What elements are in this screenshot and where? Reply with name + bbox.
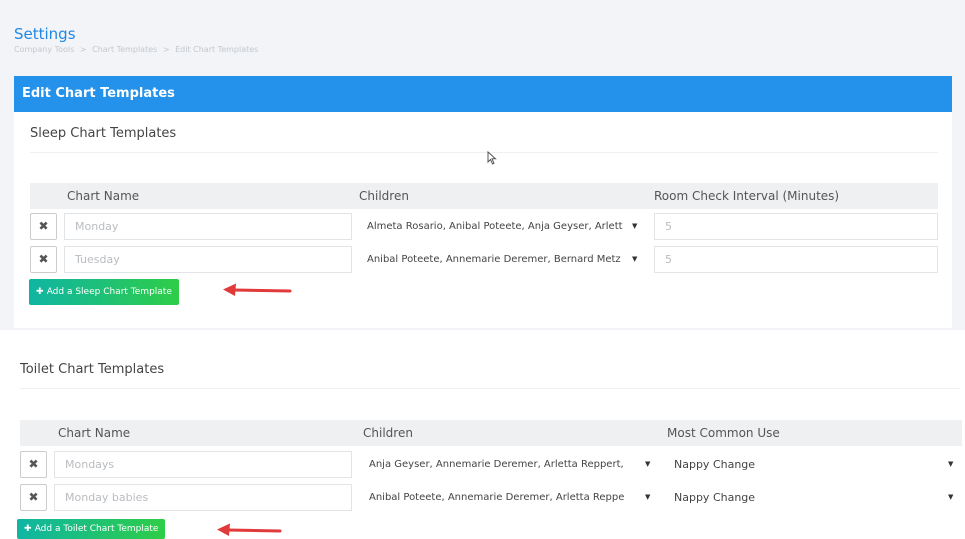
breadcrumb: Company Tools > Chart Templates > Edit C… [14, 45, 261, 54]
children-select[interactable]: Anibal Poteete, Annemarie Deremer, Berna… [361, 246, 629, 273]
column-header-children: Children [363, 426, 413, 440]
toilet-table-header: Chart Name Children Most Common Use [20, 420, 962, 446]
mouse-cursor-icon [487, 151, 497, 165]
column-header-room-check-interval: Room Check Interval (Minutes) [654, 189, 840, 203]
sleep-table-header: Chart Name Children Room Check Interval … [30, 183, 938, 209]
chart-name-input[interactable]: Tuesday [64, 246, 352, 273]
toilet-template-row: ✖ Mondays Anja Geyser, Annemarie Deremer… [20, 451, 962, 479]
breadcrumb-item-company-tools[interactable]: Company Tools [14, 45, 74, 54]
divider [20, 388, 960, 389]
sleep-template-row: ✖ Monday Almeta Rosario, Anibal Poteete,… [30, 213, 938, 241]
sleep-section-title: Sleep Chart Templates [30, 126, 177, 141]
caret-down-icon: ▼ [645, 460, 651, 468]
breadcrumb-separator: > [162, 45, 170, 54]
delete-row-button[interactable]: ✖ [30, 246, 57, 273]
add-toilet-chart-template-button[interactable]: ✚ Add a Toilet Chart Template [17, 519, 166, 539]
breadcrumb-item-edit-chart-templates: Edit Chart Templates [175, 45, 259, 54]
delete-row-button[interactable]: ✖ [20, 484, 47, 511]
toilet-template-row: ✖ Monday babies Anibal Poteete, Annemari… [20, 484, 962, 512]
caret-down-icon: ▼ [948, 493, 954, 501]
column-header-chart-name: Chart Name [58, 426, 131, 440]
column-header-most-common-use: Most Common Use [667, 426, 780, 440]
red-arrow-icon [223, 283, 292, 296]
add-sleep-chart-template-button[interactable]: ✚ Add a Sleep Chart Template [29, 279, 179, 305]
add-sleep-chart-template-label: Add a Sleep Chart Template [46, 287, 172, 297]
close-icon: ✖ [28, 490, 39, 504]
room-check-interval-input[interactable]: 5 [654, 213, 938, 240]
sleep-template-row: ✖ Tuesday Anibal Poteete, Annemarie Dere… [30, 246, 938, 274]
toilet-section-title: Toilet Chart Templates [20, 362, 165, 377]
most-common-use-select[interactable]: Nappy Change [674, 484, 755, 511]
caret-down-icon: ▼ [948, 460, 954, 468]
close-icon: ✖ [38, 219, 49, 233]
chart-name-input[interactable]: Monday [64, 213, 352, 240]
page-title: Settings [14, 25, 76, 43]
caret-down-icon: ▼ [632, 255, 638, 263]
column-header-children: Children [359, 189, 409, 203]
chart-name-input[interactable]: Monday babies [54, 484, 352, 511]
column-header-chart-name: Chart Name [67, 189, 140, 203]
divider [30, 152, 938, 153]
card-header: Edit Chart Templates [14, 76, 952, 112]
add-toilet-chart-template-label: Add a Toilet Chart Template [34, 524, 159, 534]
plus-icon: ✚ [24, 524, 35, 534]
children-select[interactable]: Almeta Rosario, Anibal Poteete, Anja Gey… [361, 213, 629, 240]
red-arrow-icon [217, 523, 282, 536]
close-icon: ✖ [28, 457, 39, 471]
caret-down-icon: ▼ [632, 222, 638, 230]
delete-row-button[interactable]: ✖ [30, 213, 57, 240]
delete-row-button[interactable]: ✖ [20, 451, 47, 478]
breadcrumb-separator: > [79, 45, 87, 54]
close-icon: ✖ [38, 252, 49, 266]
most-common-use-select[interactable]: Nappy Change [674, 451, 755, 478]
children-select[interactable]: Anibal Poteete, Annemarie Deremer, Arlet… [363, 484, 643, 511]
caret-down-icon: ▼ [645, 493, 651, 501]
children-select[interactable]: Anja Geyser, Annemarie Deremer, Arletta … [363, 451, 643, 478]
room-check-interval-input[interactable]: 5 [654, 246, 938, 273]
chart-name-input[interactable]: Mondays [54, 451, 352, 478]
breadcrumb-item-chart-templates[interactable]: Chart Templates [92, 45, 157, 54]
plus-icon: ✚ [36, 287, 47, 297]
